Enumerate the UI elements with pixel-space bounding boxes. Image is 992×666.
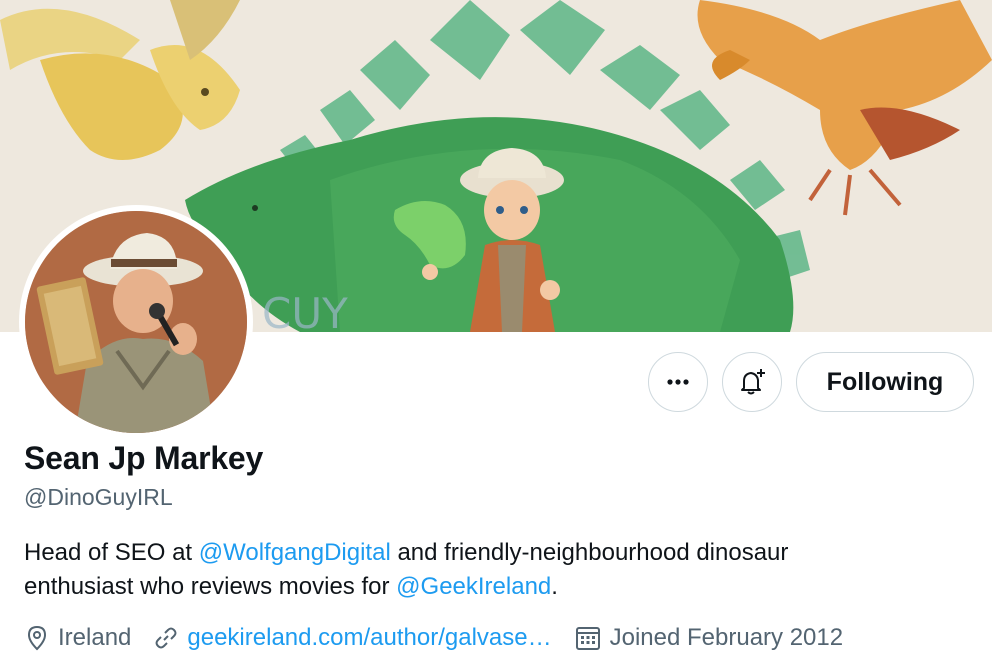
mention-link[interactable]: @WolfgangDigital — [199, 539, 391, 566]
profile-bio: Head of SEO at @WolfgangDigital and frie… — [24, 536, 964, 604]
bio-text: enthusiast who reviews movies for — [24, 573, 397, 600]
notifications-button[interactable] — [722, 352, 782, 412]
website-link[interactable]: geekireland.com/author/galvase… — [187, 624, 551, 652]
bio-text: Head of SEO at — [24, 539, 199, 566]
profile-photo-icon — [25, 211, 247, 433]
bell-plus-icon — [741, 369, 765, 395]
joined-item: Joined February 2012 — [574, 624, 843, 652]
banner-text: CUY — [262, 289, 348, 332]
profile-handle: @DinoGuyIRL — [24, 484, 173, 510]
mention-link[interactable]: @GeekIreland — [396, 573, 551, 600]
location-text: Ireland — [58, 624, 132, 651]
joined-text: Joined February 2012 — [609, 624, 844, 651]
bio-line-1: Head of SEO at @WolfgangDigital and frie… — [24, 536, 964, 570]
profile-avatar[interactable] — [19, 205, 253, 439]
following-button[interactable]: Following — [796, 352, 974, 412]
link-icon — [155, 627, 177, 649]
more-button[interactable] — [648, 352, 708, 412]
calendar-icon — [575, 627, 600, 650]
profile-meta: Ireland geekireland.com/author/galvase… … — [24, 620, 865, 656]
website-item[interactable]: geekireland.com/author/galvase… — [153, 624, 552, 652]
profile-actions: Following — [648, 352, 974, 412]
more-dots-icon — [667, 379, 689, 385]
bio-line-2: enthusiast who reviews movies for @GeekI… — [24, 570, 964, 604]
bio-text: and friendly-neighbourhood dinosaur — [390, 539, 789, 566]
bio-text: . — [551, 573, 558, 600]
location-pin-icon — [27, 625, 47, 651]
profile-name: Sean Jp Markey — [24, 440, 264, 476]
location-item: Ireland — [24, 624, 131, 652]
